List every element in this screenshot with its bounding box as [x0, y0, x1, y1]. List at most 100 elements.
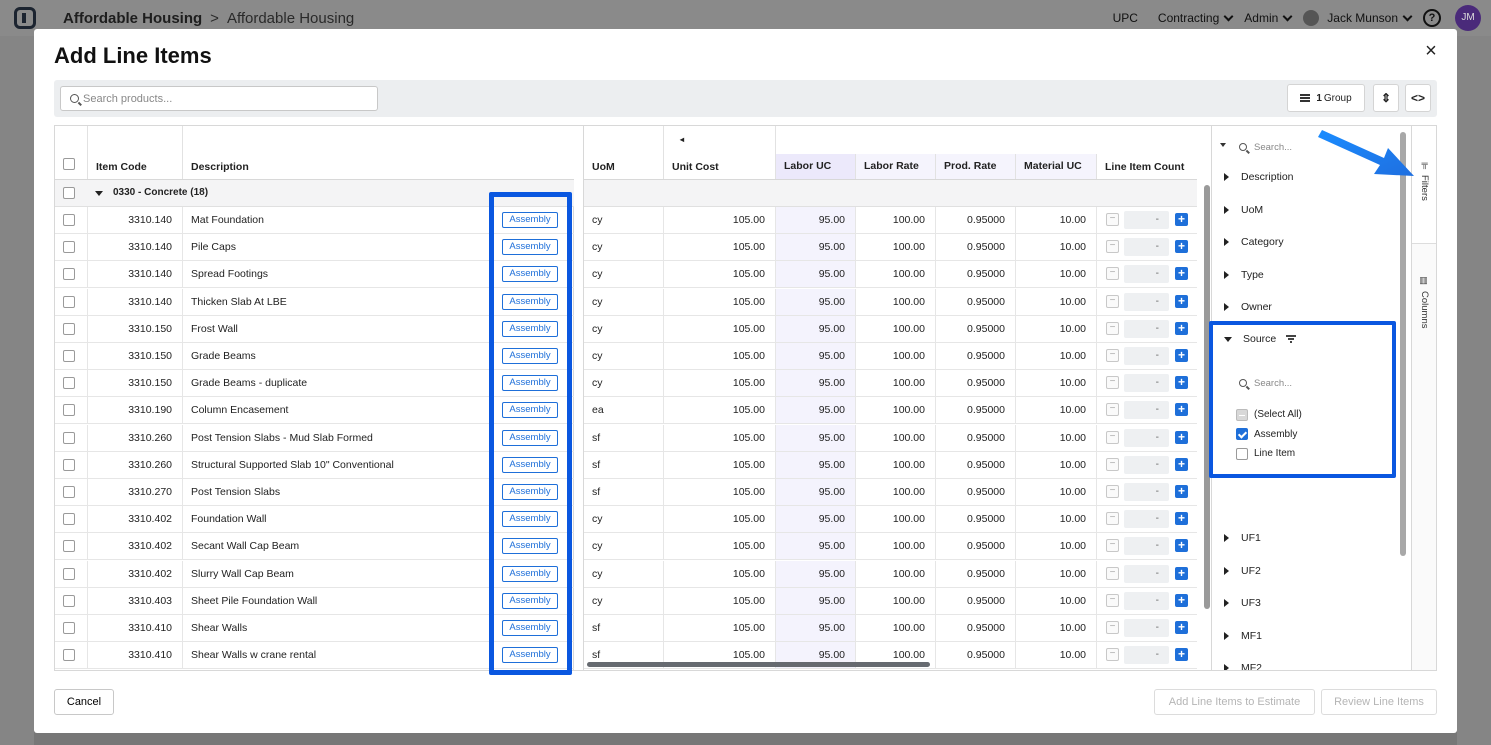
decrement-button[interactable]: −	[1106, 376, 1119, 390]
count-value[interactable]: -	[1124, 347, 1169, 365]
help-icon[interactable]: ?	[1423, 9, 1441, 27]
row-checkbox[interactable]	[63, 513, 75, 526]
column-header-prod-rate[interactable]: Prod. Rate	[936, 154, 1016, 179]
filter-uom[interactable]: UoM	[1224, 203, 1263, 217]
count-value[interactable]: -	[1124, 537, 1169, 556]
column-header-line-item-count[interactable]: Line Item Count	[1097, 126, 1197, 179]
filters-scrollbar[interactable]	[1400, 132, 1406, 556]
decrement-button[interactable]: −	[1106, 485, 1119, 498]
row-checkbox[interactable]	[63, 322, 75, 335]
increment-button[interactable]: +	[1175, 621, 1188, 634]
decrement-button[interactable]: −	[1106, 294, 1119, 308]
column-header-item-code[interactable]: Item Code	[88, 126, 183, 179]
count-value[interactable]: -	[1124, 374, 1169, 393]
filter-type[interactable]: Type	[1224, 268, 1264, 282]
decrement-button[interactable]: −	[1106, 566, 1119, 580]
count-value[interactable]: -	[1124, 564, 1169, 583]
increment-button[interactable]: +	[1175, 512, 1188, 526]
column-header-labor-rate[interactable]: Labor Rate	[856, 154, 936, 179]
count-value[interactable]: -	[1124, 455, 1169, 474]
row-checkbox[interactable]	[63, 214, 75, 226]
collapse-group-icon[interactable]: ◂	[680, 135, 684, 144]
count-value[interactable]: -	[1124, 428, 1169, 447]
count-value[interactable]: -	[1124, 510, 1169, 529]
count-value[interactable]: -	[1124, 319, 1169, 338]
decrement-button[interactable]: −	[1106, 349, 1119, 362]
row-checkbox[interactable]	[63, 458, 75, 471]
group-button[interactable]: 1 Group	[1287, 84, 1365, 112]
product-search-input[interactable]	[83, 92, 363, 105]
expand-collapse-button[interactable]: ⇕	[1373, 84, 1399, 112]
increment-button[interactable]: +	[1175, 294, 1188, 308]
user-name[interactable]: Jack Munson	[1327, 11, 1398, 25]
decrement-button[interactable]: −	[1106, 213, 1119, 226]
nav-admin[interactable]: Admin	[1244, 11, 1278, 25]
count-value[interactable]: -	[1124, 238, 1169, 257]
filter-description[interactable]: Description	[1224, 170, 1294, 184]
increment-button[interactable]: +	[1175, 376, 1188, 390]
count-value[interactable]: -	[1124, 483, 1169, 501]
increment-button[interactable]: +	[1175, 213, 1188, 226]
decrement-button[interactable]: −	[1106, 403, 1119, 417]
group-checkbox[interactable]	[63, 187, 75, 199]
row-checkbox[interactable]	[63, 540, 75, 553]
filter-mf1[interactable]: MF1	[1224, 629, 1262, 643]
cancel-button[interactable]: Cancel	[54, 689, 114, 715]
row-checkbox[interactable]	[63, 594, 75, 607]
row-checkbox[interactable]	[63, 622, 75, 634]
nav-upc[interactable]: UPC	[1113, 11, 1138, 25]
row-checkbox[interactable]	[63, 486, 75, 498]
row-checkbox[interactable]	[63, 268, 75, 281]
column-header-material-uc[interactable]: Material UC	[1016, 154, 1097, 179]
count-value[interactable]: -	[1124, 401, 1169, 420]
code-view-button[interactable]: <>	[1405, 84, 1431, 112]
column-header-uom[interactable]: UoM	[584, 126, 664, 179]
increment-button[interactable]: +	[1175, 430, 1188, 444]
filter-uf1[interactable]: UF1	[1224, 531, 1261, 545]
product-search-box[interactable]	[60, 86, 378, 111]
increment-button[interactable]: +	[1175, 593, 1188, 607]
decrement-button[interactable]: −	[1106, 593, 1119, 607]
decrement-button[interactable]: −	[1106, 267, 1119, 281]
review-line-items-button[interactable]: Review Line Items	[1321, 689, 1437, 715]
increment-button[interactable]: +	[1175, 267, 1188, 281]
row-checkbox[interactable]	[63, 241, 75, 254]
row-checkbox[interactable]	[63, 567, 75, 580]
row-checkbox[interactable]	[63, 431, 75, 444]
decrement-button[interactable]: −	[1106, 457, 1119, 471]
app-logo-icon[interactable]	[14, 7, 36, 29]
nav-contracting[interactable]: Contracting	[1158, 11, 1219, 25]
increment-button[interactable]: +	[1175, 240, 1188, 254]
increment-button[interactable]: +	[1175, 349, 1188, 362]
tab-columns[interactable]: ▥ Columns	[1412, 244, 1436, 364]
increment-button[interactable]: +	[1175, 539, 1188, 553]
decrement-button[interactable]: −	[1106, 621, 1119, 634]
avatar[interactable]: JM	[1455, 5, 1481, 31]
count-value[interactable]: -	[1124, 265, 1169, 284]
row-checkbox[interactable]	[63, 377, 75, 390]
filter-uf3[interactable]: UF3	[1224, 596, 1261, 610]
increment-button[interactable]: +	[1175, 566, 1188, 580]
column-header-unit-cost[interactable]: ◂ Unit Cost	[664, 126, 776, 179]
filter-owner[interactable]: Owner	[1224, 300, 1272, 314]
row-checkbox[interactable]	[63, 649, 75, 662]
column-header-description[interactable]: Description	[183, 126, 574, 179]
filter-uf2[interactable]: UF2	[1224, 564, 1261, 578]
row-checkbox[interactable]	[63, 295, 75, 308]
count-value[interactable]: -	[1124, 211, 1169, 229]
collapse-all-icon[interactable]	[1220, 143, 1226, 147]
group-expand-icon[interactable]	[95, 191, 103, 196]
row-checkbox[interactable]	[63, 404, 75, 417]
decrement-button[interactable]: −	[1106, 430, 1119, 444]
count-value[interactable]: -	[1124, 292, 1169, 311]
increment-button[interactable]: +	[1175, 457, 1188, 471]
filter-category[interactable]: Category	[1224, 235, 1284, 249]
breadcrumb-root[interactable]: Affordable Housing	[63, 10, 202, 27]
decrement-button[interactable]: −	[1106, 321, 1119, 335]
count-value[interactable]: -	[1124, 619, 1169, 637]
close-button[interactable]: ×	[1423, 41, 1439, 61]
add-line-items-button[interactable]: Add Line Items to Estimate	[1154, 689, 1315, 715]
select-all-checkbox[interactable]	[63, 158, 75, 170]
decrement-button[interactable]: −	[1106, 512, 1119, 526]
decrement-button[interactable]: −	[1106, 240, 1119, 254]
